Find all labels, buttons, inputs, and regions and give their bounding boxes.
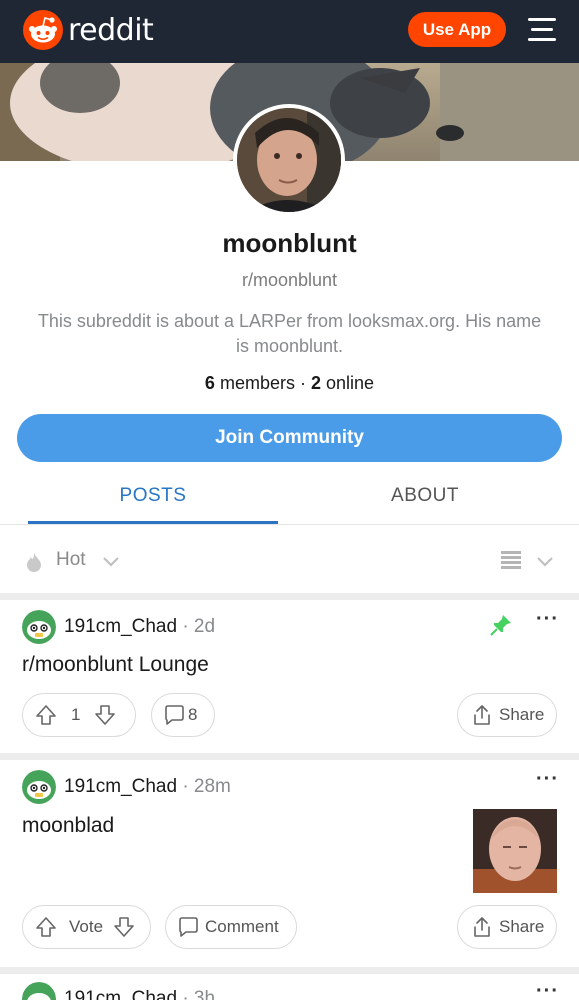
tab-posts[interactable]: POSTS [28,485,278,507]
upvote-icon[interactable] [35,916,57,938]
comment-label: Comment [205,917,279,936]
post-thumbnail[interactable] [473,809,557,893]
card-view-icon[interactable] [501,550,521,575]
section-gap [0,593,579,600]
post-username[interactable]: 191cm_Chad [64,616,177,637]
post-card[interactable]: 191cm_Chad · 28m ··· moonblad Vote Comme… [0,760,579,967]
vote-count: 1 [71,705,81,724]
sort-label[interactable]: Hot [56,549,86,571]
vote-pill: Vote [22,905,151,949]
subreddit-name: r/moonblunt [241,270,338,290]
share-icon [471,916,493,938]
community-description: This subreddit is about a LARPer from lo… [37,311,542,356]
post-meta: 191cm_Chad · 28m [64,776,231,797]
snoo-icon [23,10,63,50]
community-name: moonblunt [222,228,357,258]
post-title[interactable]: moonblad [22,814,114,838]
post-username[interactable]: 191cm_Chad [64,988,177,1000]
post-card[interactable]: 191cm_Chad · 3h ··· [0,974,579,1000]
share-button[interactable]: Share [457,905,557,949]
comments-button[interactable]: 8 [151,693,215,737]
use-app-button[interactable]: Use App [408,12,506,47]
comment-count: 8 [188,705,198,724]
comments-button[interactable]: Comment [165,905,297,949]
brand-wordmark: reddit [68,12,154,48]
hamburger-menu-icon[interactable] [528,16,556,42]
post-title[interactable]: r/moonblunt Lounge [22,653,209,677]
top-bar: reddit Use App [0,0,579,63]
members-count: 6 [204,373,215,393]
online-count: 2 [310,373,321,393]
share-icon [471,704,493,726]
reddit-logo[interactable]: reddit [23,10,154,50]
user-avatar-icon[interactable] [22,610,56,644]
post-divider [0,753,579,760]
sort-bar: Hot [0,525,579,593]
upvote-icon[interactable] [35,704,57,726]
more-options-icon[interactable]: ··· [536,608,559,631]
post-meta: 191cm_Chad · 3h [64,988,215,1000]
downvote-icon[interactable] [94,704,116,726]
more-options-icon[interactable]: ··· [536,768,559,791]
share-label: Share [499,917,545,936]
comment-icon [163,704,185,726]
share-label: Share [499,705,545,724]
members-label: members [219,373,295,393]
post-card[interactable]: 191cm_Chad · 2d ··· r/moonblunt Lounge 1… [0,600,579,753]
online-label: online [326,373,375,393]
community-stats: 6 members · 2 online [0,373,579,394]
share-button[interactable]: Share [457,693,557,737]
vote-pill: 1 [22,693,136,737]
post-meta: 191cm_Chad · 2d [64,616,216,637]
user-avatar-icon[interactable] [22,770,56,804]
flame-icon[interactable] [26,552,42,577]
comment-icon [177,916,199,938]
post-username[interactable]: 191cm_Chad [64,776,177,797]
post-divider [0,967,579,974]
post-time: 28m [193,776,231,797]
more-options-icon[interactable]: ··· [536,980,559,1000]
pin-icon [490,614,512,641]
chevron-down-icon[interactable] [102,555,120,573]
post-time: 2d [193,616,216,637]
join-community-button[interactable]: Join Community [17,414,562,462]
separator-dot: · [299,373,311,393]
user-avatar-icon[interactable] [22,982,56,1000]
downvote-icon[interactable] [113,916,135,938]
community-avatar [233,104,345,216]
vote-label: Vote [69,917,104,936]
post-time: 3h [193,988,216,1000]
tab-about[interactable]: ABOUT [300,485,550,507]
view-chevron-down-icon[interactable] [536,555,554,573]
